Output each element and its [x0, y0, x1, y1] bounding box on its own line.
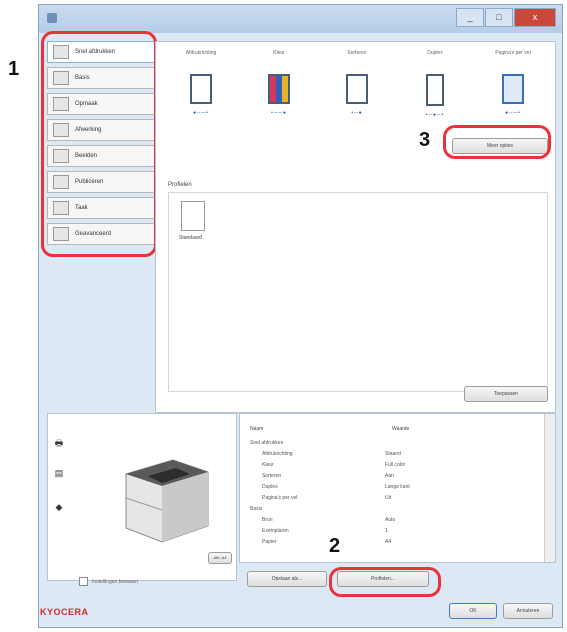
printer-image: [125, 459, 209, 543]
summary-row: Snel afdrukken: [240, 440, 540, 448]
window-buttons: _ □ x: [456, 8, 556, 27]
save-profile-button[interactable]: Opslaan als...: [247, 571, 327, 587]
option-indicator: •─●: [351, 110, 363, 116]
summary-row: Sorteren Aan: [240, 473, 540, 481]
summary-row: Exemplaren 1: [240, 528, 540, 536]
finishing-view-icon[interactable]: ◆: [52, 500, 66, 514]
favorite-document-icon[interactable]: [181, 201, 205, 231]
color-icon: [268, 74, 290, 104]
kyocera-logo: KYOCERA: [40, 607, 89, 617]
collate-icon: [346, 74, 368, 104]
preview-mode-button[interactable]: Afb. A4: [208, 552, 232, 564]
callout-1: 1: [8, 58, 20, 80]
printer-view-icon[interactable]: 🖶: [52, 436, 66, 450]
save-settings-checkbox-row[interactable]: Instellingen bewaren: [79, 577, 138, 586]
cancel-button[interactable]: Annuleren: [503, 603, 553, 619]
favorites-label: Profielen: [168, 182, 192, 188]
profiles-highlight: [329, 567, 441, 597]
settings-summary: Naam Waarde Snel afdrukken Afdrukrichting…: [239, 413, 556, 563]
callout-3: 3: [419, 129, 431, 151]
orientation-icon: [190, 74, 212, 104]
option-indicator: ●──•: [193, 110, 209, 116]
orientation-option[interactable]: Afdrukrichting ●──•: [166, 48, 236, 158]
collate-option[interactable]: Sorteren •─●: [322, 48, 392, 158]
page-view-icon[interactable]: ▤: [52, 466, 66, 480]
favorite-item-label: Standaard: [179, 235, 203, 241]
summary-row-name: Sorteren: [262, 473, 282, 479]
preview-pane: 🖶 ▤ ◆ Afb. A4: [47, 413, 237, 581]
pages-per-sheet-icon: [502, 74, 524, 104]
color-option[interactable]: Kleur •──●: [244, 48, 314, 158]
summary-row-value: Full color: [385, 462, 406, 468]
summary-row-name: Kleur: [262, 462, 274, 468]
summary-row-name: Exemplaren: [262, 528, 289, 534]
summary-row: Basis: [240, 506, 540, 514]
option-indicator: •─●─•: [425, 112, 445, 118]
close-button[interactable]: x: [514, 8, 556, 27]
sidebar-highlight: [41, 31, 157, 257]
summary-row-name: Snel afdrukken: [250, 440, 284, 446]
callout-2: 2: [329, 535, 341, 557]
duplex-icon: [426, 74, 444, 106]
favorites-list: Standaard: [168, 192, 548, 392]
title-bar: _ □ x: [39, 5, 562, 33]
maximize-button[interactable]: □: [485, 8, 513, 27]
more-options-highlight: [443, 125, 551, 159]
option-title: Pagina's per vel: [495, 50, 531, 56]
option-indicator: ●──•: [505, 110, 521, 116]
ok-button[interactable]: OK: [449, 603, 497, 619]
summary-row-value: Lange kant: [385, 484, 410, 490]
summary-row-name: Papier: [262, 539, 277, 545]
summary-row-name: Bron: [262, 517, 273, 523]
summary-name-header: Naam: [250, 426, 264, 432]
summary-row-name: Basis: [250, 506, 263, 512]
quick-print-panel: Afdrukrichting ●──• Kleur •──● Sorteren …: [155, 41, 556, 413]
summary-row: Papier A4: [240, 539, 540, 547]
summary-value-header: Waarde: [392, 426, 410, 432]
option-title: Kleur: [273, 50, 285, 56]
option-indicator: •──●: [271, 110, 287, 116]
summary-row-value: 1: [385, 528, 388, 534]
summary-row-name: Pagina's per vel: [262, 495, 298, 501]
minimize-button[interactable]: _: [456, 8, 484, 27]
summary-row: Kleur Full color: [240, 462, 540, 470]
summary-row-value: Uit: [385, 495, 392, 501]
option-title: Sorteren: [347, 50, 367, 56]
summary-row: Afdrukrichting Staand: [240, 451, 540, 459]
summary-row: Pagina's per vel Uit: [240, 495, 540, 503]
summary-row-name: Duplex: [262, 484, 278, 490]
summary-row-value: Aan: [385, 473, 394, 479]
summary-row-name: Afdrukrichting: [262, 451, 293, 457]
apply-button[interactable]: Toepassen: [464, 386, 548, 402]
summary-row-value: Auto: [385, 517, 396, 523]
summary-row: Bron Auto: [240, 517, 540, 525]
summary-scrollbar[interactable]: [544, 414, 555, 562]
app-icon: [47, 13, 57, 23]
print-dialog: _ □ x Snel afdrukken Basis Opmaak Afwerk…: [38, 4, 563, 628]
save-settings-checkbox[interactable]: [79, 577, 88, 586]
checkbox-label: Instellingen bewaren: [92, 578, 138, 585]
summary-row-value: Staand: [385, 451, 401, 457]
option-title: Duplex: [427, 50, 443, 56]
option-title: Afdrukrichting: [185, 50, 217, 56]
summary-row-value: A4: [385, 539, 392, 545]
summary-row: Duplex Lange kant: [240, 484, 540, 492]
